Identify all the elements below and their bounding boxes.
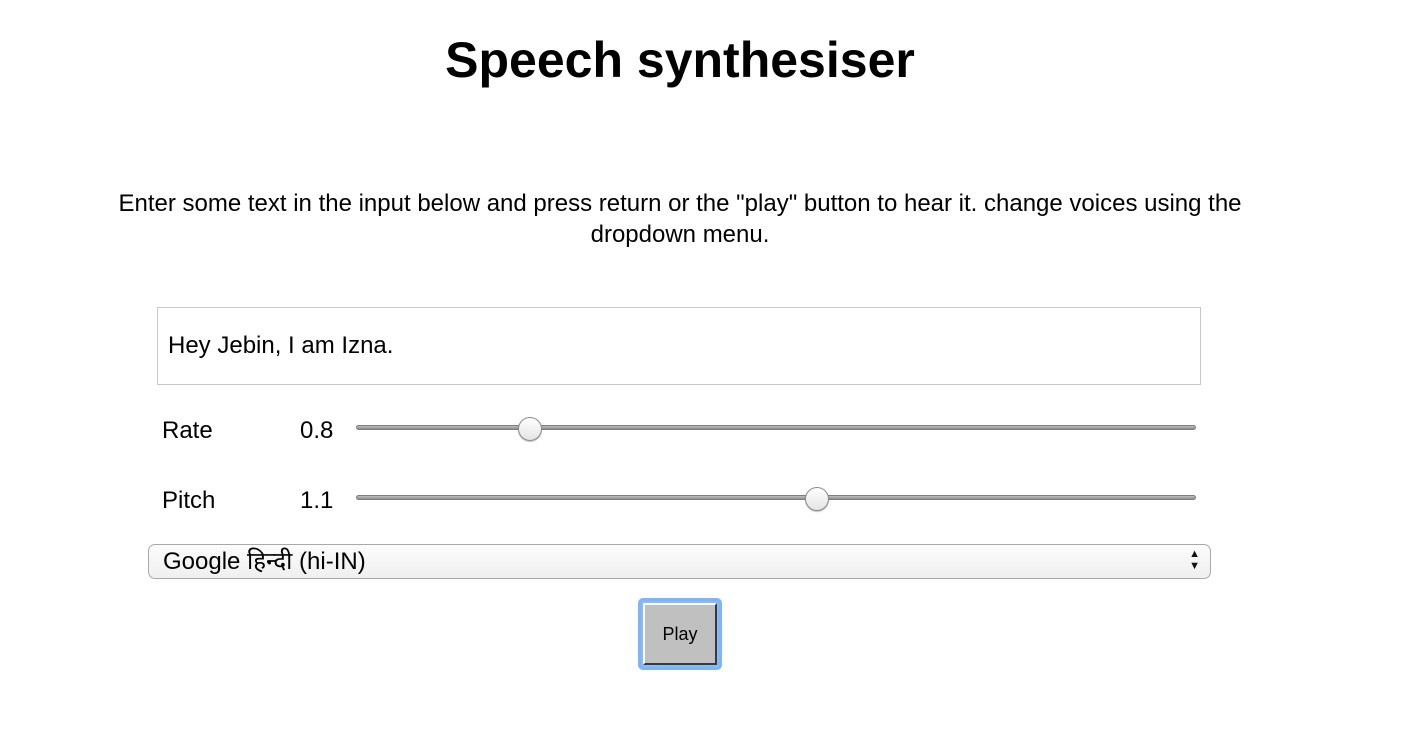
pitch-value: 1.1 (300, 487, 334, 514)
pitch-slider-track[interactable] (356, 495, 1196, 500)
voice-select-value: Google हिन्दी (hi-IN) (163, 548, 366, 575)
up-down-arrows-icon: ▲ ▼ (1189, 548, 1200, 572)
rate-slider[interactable] (356, 417, 1196, 441)
rate-value: 0.8 (300, 417, 334, 444)
rate-label: Rate (162, 417, 213, 444)
pitch-slider[interactable] (356, 487, 1196, 511)
play-button[interactable]: Play (638, 598, 722, 670)
text-to-speak-input[interactable] (157, 307, 1201, 385)
speech-synthesiser-page: Speech synthesiser Enter some text in th… (0, 0, 1408, 736)
instructions-text: Enter some text in the input below and p… (118, 190, 1242, 248)
voice-select[interactable]: Google हिन्दी (hi-IN) ▲ ▼ (148, 544, 1211, 579)
pitch-slider-thumb[interactable] (805, 487, 829, 511)
page-title: Speech synthesiser (445, 32, 915, 88)
rate-slider-thumb[interactable] (518, 417, 542, 441)
rate-slider-track[interactable] (356, 425, 1196, 430)
pitch-label: Pitch (162, 487, 216, 514)
play-button-label: Play (643, 603, 717, 665)
